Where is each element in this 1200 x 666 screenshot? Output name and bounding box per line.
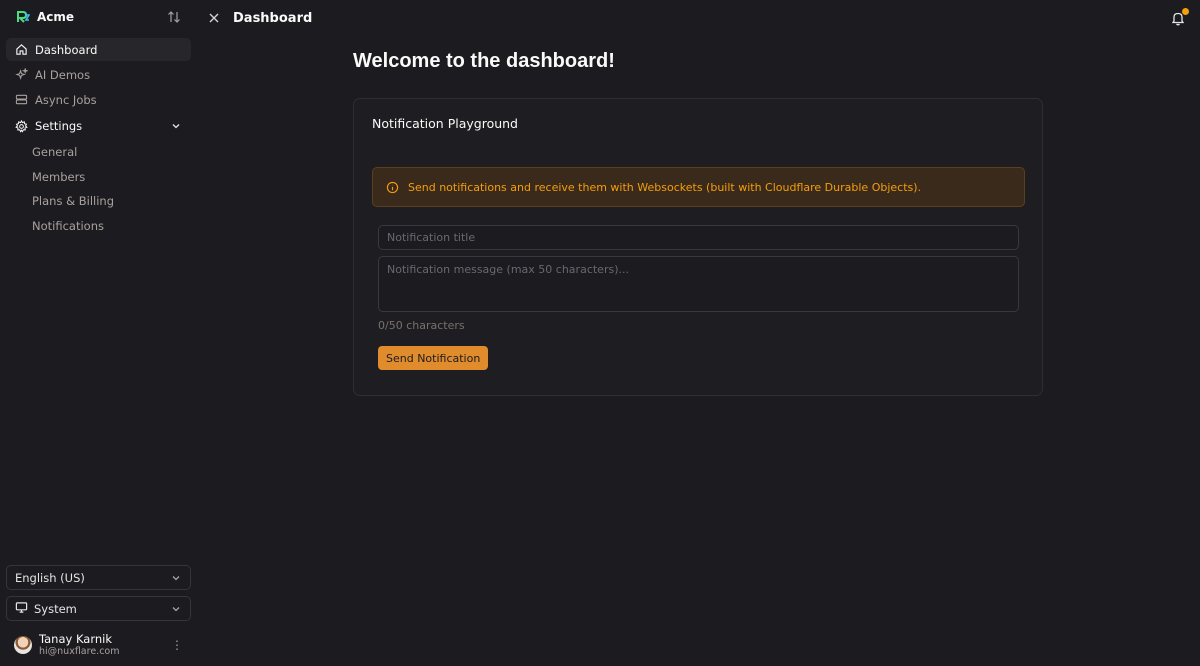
notification-title-input[interactable] <box>378 225 1019 250</box>
send-notification-button[interactable]: Send Notification <box>378 346 489 370</box>
sidebar-item-label: Dashboard <box>35 42 98 57</box>
char-count: 0/50 characters <box>378 319 465 332</box>
settings-subnav: General Members Plans & Billing Notifica… <box>6 140 191 238</box>
sidebar-item-ai-demos[interactable]: AI Demos <box>6 63 191 86</box>
sidebar-nav: Dashboard AI Demos Async Jobs Settings G… <box>6 38 191 238</box>
sidebar-item-plans-billing[interactable]: Plans & Billing <box>6 189 191 214</box>
sidebar-item-settings[interactable]: Settings <box>6 114 191 138</box>
chevron-down-icon <box>170 120 182 132</box>
sidebar: Acme Dashboard AI Demos Async Jobs Setti… <box>0 0 197 666</box>
database-icon <box>15 93 28 106</box>
sidebar-item-label: Settings <box>35 119 83 133</box>
card-title: Notification Playground <box>372 116 518 131</box>
sidebar-item-label: AI Demos <box>35 67 91 82</box>
user-info: Tanay Karnik hi@nuxflare.com <box>14 632 119 658</box>
notification-card: Notification Playground Send notificatio… <box>353 98 1043 396</box>
sparkles-icon <box>15 68 28 81</box>
close-icon[interactable] <box>207 11 221 25</box>
more-vertical-icon[interactable]: ⋮ <box>171 638 183 652</box>
info-icon <box>386 181 399 194</box>
topbar-left: Dashboard <box>207 11 312 26</box>
theme-value: System <box>34 601 77 616</box>
sidebar-item-members[interactable]: Members <box>6 165 191 190</box>
brand-name: Acme <box>37 10 75 24</box>
welcome-heading: Welcome to the dashboard! <box>353 50 615 72</box>
brand-switcher[interactable]: Acme <box>6 0 191 34</box>
theme-group: System <box>15 601 77 617</box>
page-title: Dashboard <box>233 10 313 26</box>
user-menu[interactable]: Tanay Karnik hi@nuxflare.com ⋮ <box>6 629 191 661</box>
sidebar-item-label: Async Jobs <box>35 92 97 107</box>
user-name: Tanay Karnik <box>39 632 113 646</box>
settings-group: Settings <box>15 119 82 133</box>
sidebar-item-dashboard[interactable]: Dashboard <box>6 38 191 61</box>
brand-logo-icon <box>16 10 30 24</box>
sidebar-item-general[interactable]: General <box>6 140 191 165</box>
sidebar-item-async-jobs[interactable]: Async Jobs <box>6 88 191 111</box>
brand: Acme <box>16 10 74 24</box>
swap-arrows-icon[interactable] <box>167 10 181 24</box>
language-value: English (US) <box>15 570 85 585</box>
theme-select[interactable]: System <box>6 596 191 621</box>
avatar <box>14 636 32 654</box>
info-alert: Send notifications and receive them with… <box>372 167 1025 207</box>
home-icon <box>15 43 28 56</box>
main-content: Dashboard Welcome to the dashboard! Noti… <box>197 0 1200 666</box>
notification-message-input[interactable] <box>378 256 1019 312</box>
notification-badge <box>1182 8 1189 15</box>
alert-text: Send notifications and receive them with… <box>408 180 922 194</box>
gear-icon <box>15 119 28 133</box>
notifications-button[interactable] <box>1170 8 1189 26</box>
topbar: Dashboard <box>197 0 1200 36</box>
chevron-down-icon <box>170 603 182 615</box>
chevron-down-icon <box>170 572 182 584</box>
app-root: Acme Dashboard AI Demos Async Jobs Setti… <box>0 0 1200 666</box>
monitor-icon <box>15 601 28 617</box>
sidebar-item-notifications[interactable]: Notifications <box>6 214 191 239</box>
language-select[interactable]: English (US) <box>6 565 191 590</box>
user-text: Tanay Karnik hi@nuxflare.com <box>39 632 119 658</box>
user-email: hi@nuxflare.com <box>39 646 120 657</box>
